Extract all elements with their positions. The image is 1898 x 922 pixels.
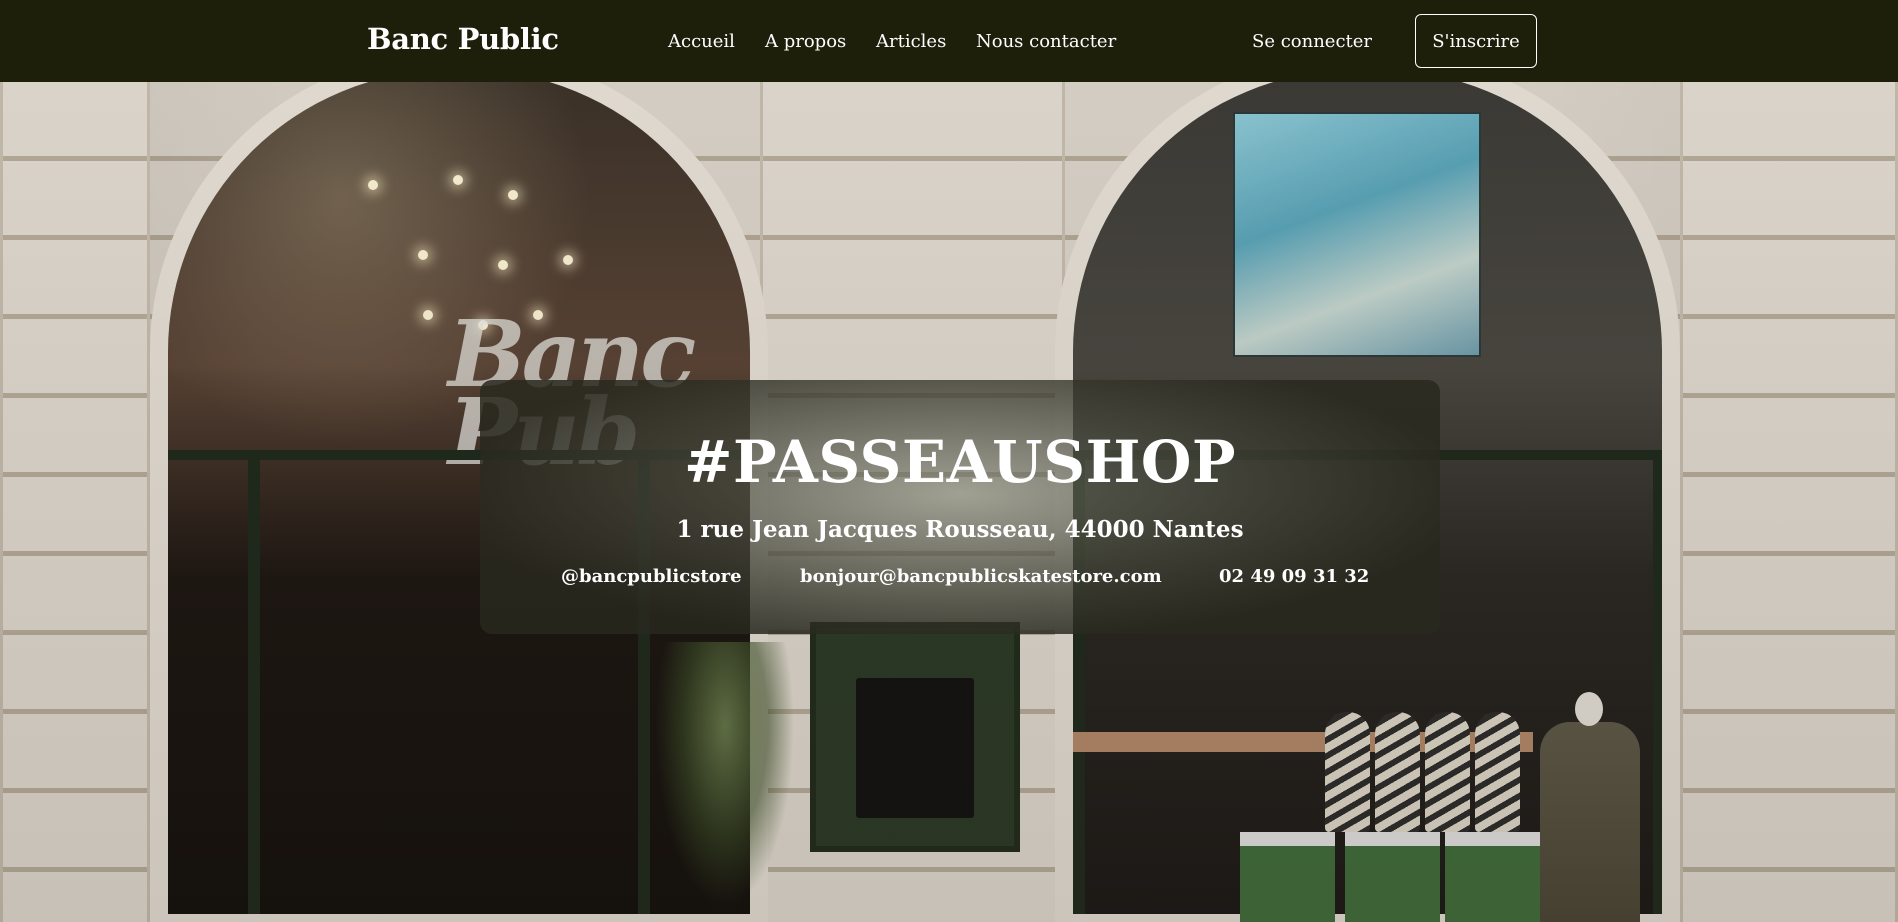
hero-headline: #PASSEAUSHOP — [683, 428, 1237, 496]
brand-logo[interactable]: Banc Public — [367, 22, 559, 56]
nav-link-accueil[interactable]: Accueil — [668, 31, 735, 52]
shop-info-card: #PASSEAUSHOP 1 rue Jean Jacques Rousseau… — [480, 380, 1440, 634]
nav-link-nous-contacter[interactable]: Nous contacter — [976, 31, 1116, 52]
phone-number[interactable]: 02 49 09 31 32 — [1219, 566, 1369, 587]
instagram-handle[interactable]: @bancpublicstore — [561, 566, 742, 587]
email-link[interactable]: bonjour@bancpublicskatestore.com — [800, 566, 1162, 587]
signup-button[interactable]: S'inscrire — [1415, 14, 1537, 68]
shop-address: 1 rue Jean Jacques Rousseau, 44000 Nante… — [676, 516, 1244, 543]
nav-link-a-propos[interactable]: A propos — [765, 31, 846, 52]
login-link[interactable]: Se connecter — [1252, 31, 1372, 52]
nav-link-articles[interactable]: Articles — [876, 31, 946, 52]
navbar: Banc Public Accueil A propos Articles No… — [0, 0, 1898, 82]
